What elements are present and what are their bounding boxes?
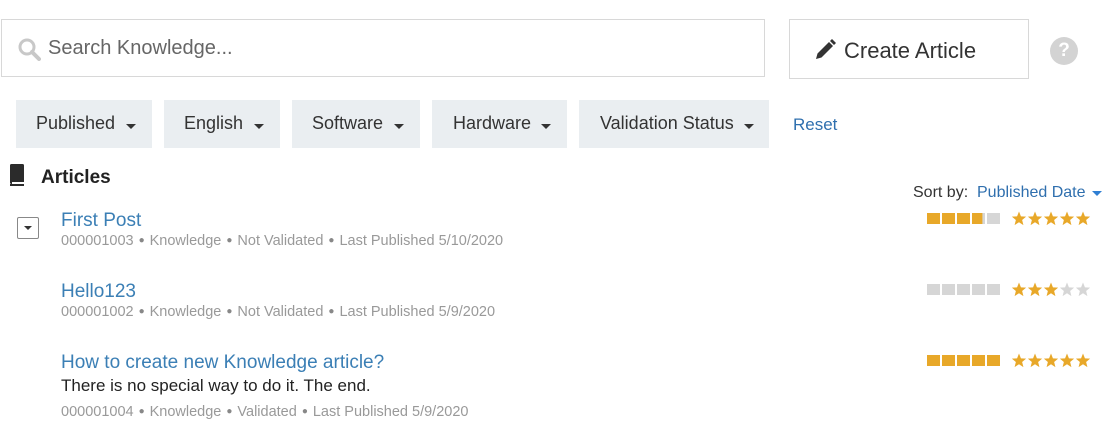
filter-hardware[interactable]: Hardware	[432, 100, 567, 148]
view-square-filled	[972, 213, 983, 224]
filter-language[interactable]: English	[164, 100, 280, 148]
view-square-filled	[942, 213, 955, 224]
article-validation: Validated	[237, 404, 297, 420]
article-number: 000001002	[61, 304, 134, 320]
search-icon	[18, 38, 41, 61]
expand-button[interactable]	[17, 217, 39, 239]
star-filled-icon	[1011, 282, 1027, 297]
article-type: Knowledge	[149, 304, 222, 320]
article-title[interactable]: How to create new Knowledge article?	[61, 352, 384, 374]
article-rating	[927, 353, 1091, 368]
star-filled-icon	[1043, 353, 1059, 368]
filter-label: Software	[312, 113, 384, 133]
view-square-filled	[942, 355, 955, 366]
sort-label: Sort by:	[913, 184, 969, 201]
view-square-filled	[927, 213, 940, 224]
view-square-filled	[972, 355, 985, 366]
filter-label: English	[184, 113, 244, 133]
article-published: Last Published 5/10/2020	[339, 233, 504, 249]
filter-label: Published	[36, 113, 116, 133]
star-filled-icon	[1075, 211, 1091, 226]
search-input[interactable]	[48, 20, 748, 76]
article-meta: 000001003 ● Knowledge ● Not Validated ● Last P…	[61, 233, 504, 249]
chevron-down-icon	[24, 226, 32, 230]
help-icon[interactable]: ?	[1050, 37, 1078, 65]
star-filled-icon	[1011, 353, 1027, 368]
article-type: Knowledge	[149, 404, 222, 420]
chevron-down-icon	[744, 124, 754, 129]
chevron-down-icon	[394, 124, 404, 129]
star-filled-icon	[1043, 282, 1059, 297]
search-box[interactable]	[1, 19, 765, 77]
star-filled-icon	[1011, 211, 1027, 226]
view-square-filled	[957, 355, 970, 366]
book-icon	[10, 164, 24, 186]
article-number: 000001004	[61, 404, 134, 420]
chevron-down-icon	[541, 124, 551, 129]
pencil-icon	[816, 39, 836, 59]
star-filled-icon	[1027, 211, 1043, 226]
star-filled-icon	[1043, 211, 1059, 226]
view-square-empty	[987, 284, 1000, 295]
filter-published[interactable]: Published	[16, 100, 152, 148]
article-published: Last Published 5/9/2020	[339, 304, 496, 320]
view-square-empty	[957, 284, 970, 295]
article-number: 000001003	[61, 233, 134, 249]
view-square-empty	[987, 213, 1000, 224]
view-square-empty	[942, 284, 955, 295]
article-title[interactable]: Hello123	[61, 281, 136, 303]
view-square-filled	[927, 355, 940, 366]
star-filled-icon	[1059, 353, 1075, 368]
article-summary: There is no special way to do it. The en…	[61, 376, 371, 395]
view-square-empty	[972, 284, 985, 295]
articles-heading: Articles	[41, 167, 111, 188]
reset-link[interactable]: Reset	[793, 115, 837, 135]
filter-label: Validation Status	[600, 113, 734, 133]
filter-label: Hardware	[453, 113, 532, 133]
view-square-empty	[927, 284, 940, 295]
article-validation: Not Validated	[237, 304, 324, 320]
star-filled-icon	[1027, 282, 1043, 297]
article-title[interactable]: First Post	[61, 210, 141, 232]
filter-validation-status[interactable]: Validation Status	[579, 100, 769, 148]
view-square-filled	[987, 355, 1000, 366]
star-empty-icon	[1059, 282, 1075, 297]
create-article-button[interactable]: Create Article	[789, 19, 1029, 79]
article-rating	[927, 282, 1091, 297]
article-validation: Not Validated	[237, 233, 324, 249]
star-filled-icon	[1027, 353, 1043, 368]
article-meta: 000001004 ● Knowledge ● Validated ● Last Publi…	[61, 404, 469, 420]
chevron-down-icon	[126, 124, 136, 129]
article-meta: 000001002 ● Knowledge ● Not Validated ● Last P…	[61, 304, 496, 320]
article-type: Knowledge	[149, 233, 222, 249]
chevron-down-icon	[254, 124, 264, 129]
article-published: Last Published 5/9/2020	[312, 404, 469, 420]
article-rating	[927, 211, 1091, 226]
chevron-down-icon[interactable]	[1092, 191, 1102, 196]
create-article-label: Create Article	[844, 38, 977, 63]
filter-software[interactable]: Software	[292, 100, 420, 148]
star-filled-icon	[1075, 353, 1091, 368]
star-empty-icon	[1075, 282, 1091, 297]
sort-dropdown[interactable]: Published Date	[977, 184, 1086, 202]
view-square-filled	[957, 213, 970, 224]
star-filled-icon	[1059, 211, 1075, 226]
